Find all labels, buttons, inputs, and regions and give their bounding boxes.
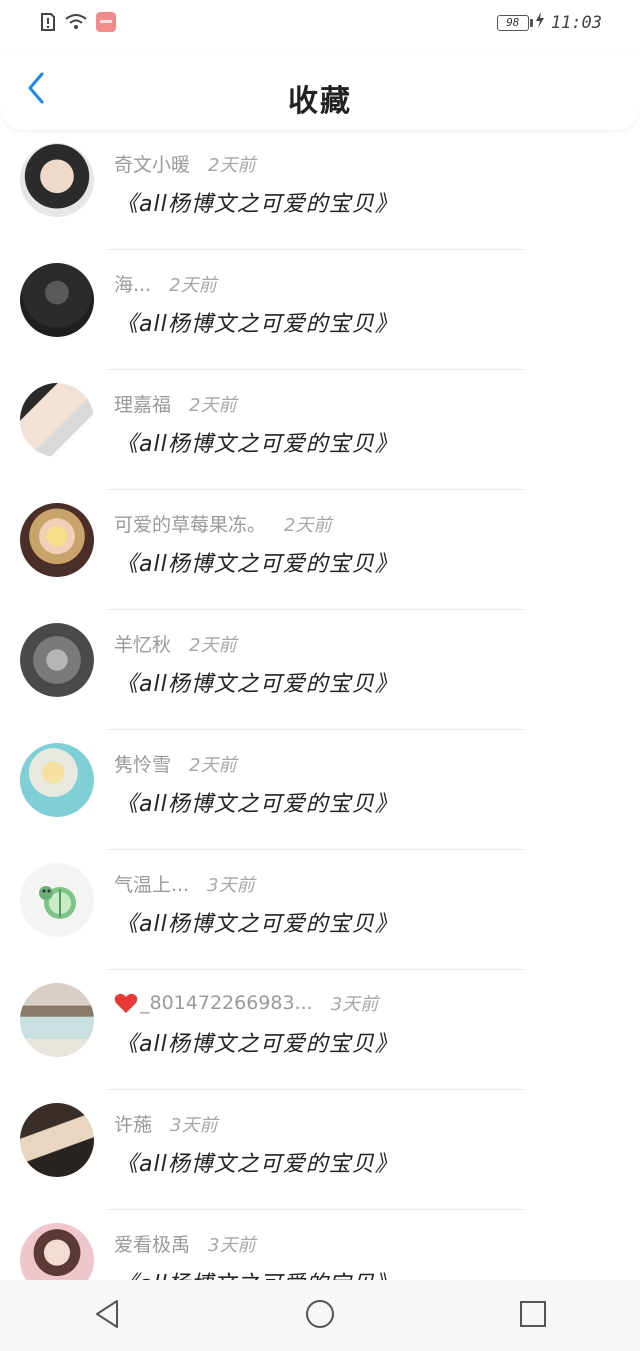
list-item[interactable]: 气温上... 3天前 《all杨博文之可爱的宝贝》 [0, 850, 640, 970]
page-title: 收藏 [288, 84, 352, 119]
username[interactable]: 气温上... [114, 870, 189, 897]
nav-home-button[interactable] [290, 1291, 350, 1341]
app-header: 收藏 [0, 50, 640, 130]
list-item[interactable]: 奇文小暖 2天前 《all杨博文之可爱的宝贝》 [0, 130, 640, 250]
username[interactable]: 奇文小暖 [114, 150, 190, 177]
avatar[interactable] [20, 1103, 94, 1177]
username[interactable]: 爱看极禹 [114, 1230, 190, 1257]
triangle-back-icon [93, 1299, 121, 1333]
nav-back-button[interactable] [77, 1291, 137, 1341]
username[interactable]: 羊忆秋 [114, 630, 171, 657]
list-item[interactable]: 爱看极禹 3天前 《all杨博文之可爱的宝贝》 [0, 1210, 640, 1280]
timestamp: 2天前 [208, 154, 256, 176]
list-item[interactable]: 隽怜雪 2天前 《all杨博文之可爱的宝贝》 [0, 730, 640, 850]
circle-home-icon [304, 1298, 336, 1334]
avatar[interactable] [20, 143, 94, 217]
work-title[interactable]: 《all杨博文之可爱的宝贝》 [116, 666, 398, 698]
alert-icon [40, 12, 56, 36]
work-title[interactable]: 《all杨博文之可爱的宝贝》 [116, 426, 398, 458]
timestamp: 3天前 [207, 874, 255, 896]
username[interactable]: 海... [114, 270, 151, 297]
list-item[interactable]: 可爱的草莓果冻。 2天前 《all杨博文之可爱的宝贝》 [0, 490, 640, 610]
timestamp: 2天前 [189, 634, 237, 656]
app-notification-icon [96, 12, 116, 36]
timestamp: 3天前 [170, 1114, 218, 1136]
username[interactable]: 隽怜雪 [114, 750, 171, 777]
clock: 11:03 [550, 12, 602, 33]
battery-icon: 98 [496, 14, 533, 31]
timestamp: 2天前 [189, 394, 237, 416]
status-icons-left [40, 12, 116, 36]
username[interactable]: 可爱的草莓果冻。 [114, 510, 266, 537]
avatar[interactable] [20, 743, 94, 817]
item-meta: 理嘉福 2天前 [114, 390, 236, 417]
timestamp: 3天前 [208, 1234, 256, 1256]
timestamp: 2天前 [189, 754, 237, 776]
work-title[interactable]: 《all杨博文之可爱的宝贝》 [116, 786, 398, 818]
square-recents-icon [519, 1300, 547, 1332]
item-meta: 爱看极禹 3天前 [114, 1230, 255, 1257]
timestamp: 3天前 [330, 994, 379, 1015]
nav-recents-button[interactable] [503, 1291, 563, 1341]
avatar[interactable] [20, 263, 94, 337]
item-meta: 海... 2天前 [114, 270, 217, 297]
avatar[interactable] [20, 623, 94, 697]
item-meta: 奇文小暖 2天前 [114, 150, 255, 177]
item-meta: 隽怜雪 2天前 [114, 750, 236, 777]
username[interactable]: 理嘉福 [114, 390, 171, 417]
username[interactable]: 许葹 [114, 1110, 152, 1137]
work-title[interactable]: 《all杨博文之可爱的宝贝》 [116, 1026, 398, 1058]
item-meta: 可爱的草莓果冻。 2天前 [114, 510, 331, 537]
item-meta: 羊忆秋 2天前 [114, 630, 236, 657]
favorites-list[interactable]: 奇文小暖 2天前 《all杨博文之可爱的宝贝》 海... 2天前 《all杨博文… [0, 130, 640, 1280]
timestamp: 2天前 [284, 514, 332, 536]
work-title[interactable]: 《all杨博文之可爱的宝贝》 [116, 186, 398, 218]
work-title[interactable]: 《all杨博文之可爱的宝贝》 [116, 906, 398, 938]
work-title[interactable]: 《all杨博文之可爱的宝贝》 [116, 306, 398, 338]
list-item[interactable]: 海... 2天前 《all杨博文之可爱的宝贝》 [0, 250, 640, 370]
timestamp: 2天前 [169, 274, 217, 296]
wifi-icon [64, 13, 88, 35]
work-title[interactable]: 《all杨博文之可爱的宝贝》 [116, 546, 398, 578]
list-item[interactable]: 理嘉福 2天前 《all杨博文之可爱的宝贝》 [0, 370, 640, 490]
list-item[interactable]: _801472266983... 3天前 《all杨博文之可爱的宝贝》 [0, 970, 640, 1090]
avatar[interactable] [20, 1223, 94, 1280]
avatar[interactable] [20, 503, 94, 577]
list-item[interactable]: 许葹 3天前 《all杨博文之可爱的宝贝》 [0, 1090, 640, 1210]
work-title[interactable]: 《all杨博文之可爱的宝贝》 [116, 1266, 398, 1280]
avatar[interactable] [20, 863, 94, 937]
charging-icon [535, 12, 545, 33]
apple-icon [39, 886, 76, 919]
work-title[interactable]: 《all杨博文之可爱的宝贝》 [116, 1146, 398, 1178]
username[interactable]: _801472266983... [140, 992, 313, 1014]
status-bar: 98 11:03 [0, 0, 640, 50]
heart-icon [114, 992, 138, 1014]
item-meta: 气温上... 3天前 [114, 870, 255, 897]
status-icons-right: 98 11:03 [496, 12, 602, 33]
system-nav-bar [0, 1280, 640, 1351]
item-meta: _801472266983... 3天前 [114, 990, 378, 1016]
avatar[interactable] [20, 983, 94, 1057]
item-meta: 许葹 3天前 [114, 1110, 217, 1137]
avatar[interactable] [20, 383, 94, 457]
list-item[interactable]: 羊忆秋 2天前 《all杨博文之可爱的宝贝》 [0, 610, 640, 730]
